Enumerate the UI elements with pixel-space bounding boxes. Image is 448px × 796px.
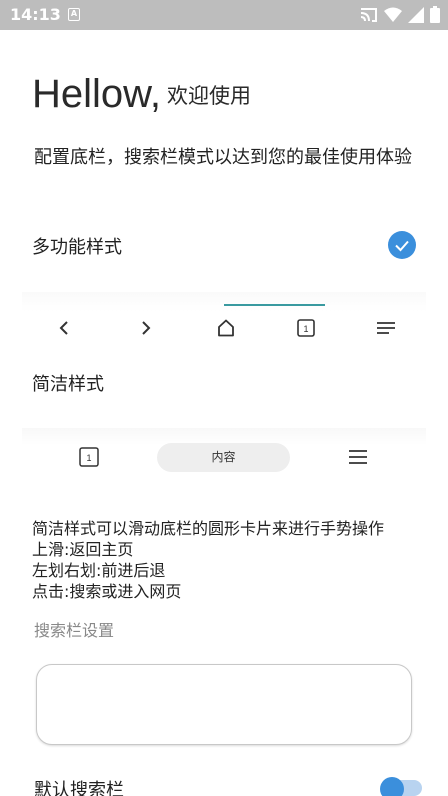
selection-indicator bbox=[224, 304, 325, 306]
multi-style-check[interactable] bbox=[388, 231, 416, 259]
notification-icon: A bbox=[68, 8, 80, 21]
default-search-label: 默认搜索栏 bbox=[34, 780, 124, 796]
gesture-info: 简洁样式可以滑动底栏的圆形卡片来进行手势操作 上滑:返回主页 左划右划:前进后退… bbox=[32, 518, 384, 602]
wifi-icon bbox=[384, 7, 402, 22]
tabs-icon[interactable]: 1 bbox=[296, 318, 316, 338]
gesture-info-line: 左划右划:前进后退 bbox=[32, 561, 166, 580]
simple-style-preview-bar[interactable]: 1 内容 bbox=[22, 428, 426, 486]
default-search-toggle[interactable] bbox=[380, 777, 424, 796]
greeting-title: Hellow, 欢迎使用 bbox=[32, 72, 251, 117]
signal-icon bbox=[408, 6, 424, 23]
search-bar-input[interactable] bbox=[36, 664, 412, 745]
forward-icon[interactable] bbox=[136, 318, 156, 338]
menu-icon[interactable] bbox=[376, 318, 396, 338]
status-bar: 14:13 A bbox=[0, 0, 448, 30]
home-icon[interactable] bbox=[216, 318, 236, 338]
clock: 14:13 bbox=[10, 5, 61, 24]
simple-style-label[interactable]: 简洁样式 bbox=[32, 370, 104, 396]
checkmark-icon bbox=[395, 240, 409, 252]
menu-icon[interactable] bbox=[347, 446, 369, 468]
gesture-info-line: 上滑:返回主页 bbox=[32, 540, 134, 559]
system-icons bbox=[360, 6, 440, 23]
toggle-knob bbox=[380, 777, 404, 796]
gesture-info-line: 点击:搜索或进入网页 bbox=[32, 582, 182, 601]
greeting-hello: Hellow, bbox=[32, 72, 161, 116]
cast-icon bbox=[360, 7, 377, 22]
back-icon[interactable] bbox=[54, 318, 74, 338]
intro-text: 配置底栏，搜索栏模式以达到您的最佳使用体验 bbox=[34, 147, 412, 168]
battery-icon bbox=[430, 6, 440, 23]
multi-style-label[interactable]: 多功能样式 bbox=[32, 233, 122, 259]
search-settings-section-label: 搜索栏设置 bbox=[34, 621, 115, 640]
gesture-info-line: 简洁样式可以滑动底栏的圆形卡片来进行手势操作 bbox=[32, 519, 385, 538]
content-pill[interactable]: 内容 bbox=[157, 443, 290, 472]
tab-count: 1 bbox=[86, 453, 91, 463]
multi-style-preview-bar[interactable]: 1 bbox=[22, 292, 426, 358]
tabs-icon[interactable]: 1 bbox=[78, 446, 100, 468]
greeting-subtitle: 欢迎使用 bbox=[166, 85, 251, 108]
tab-count: 1 bbox=[303, 324, 308, 334]
